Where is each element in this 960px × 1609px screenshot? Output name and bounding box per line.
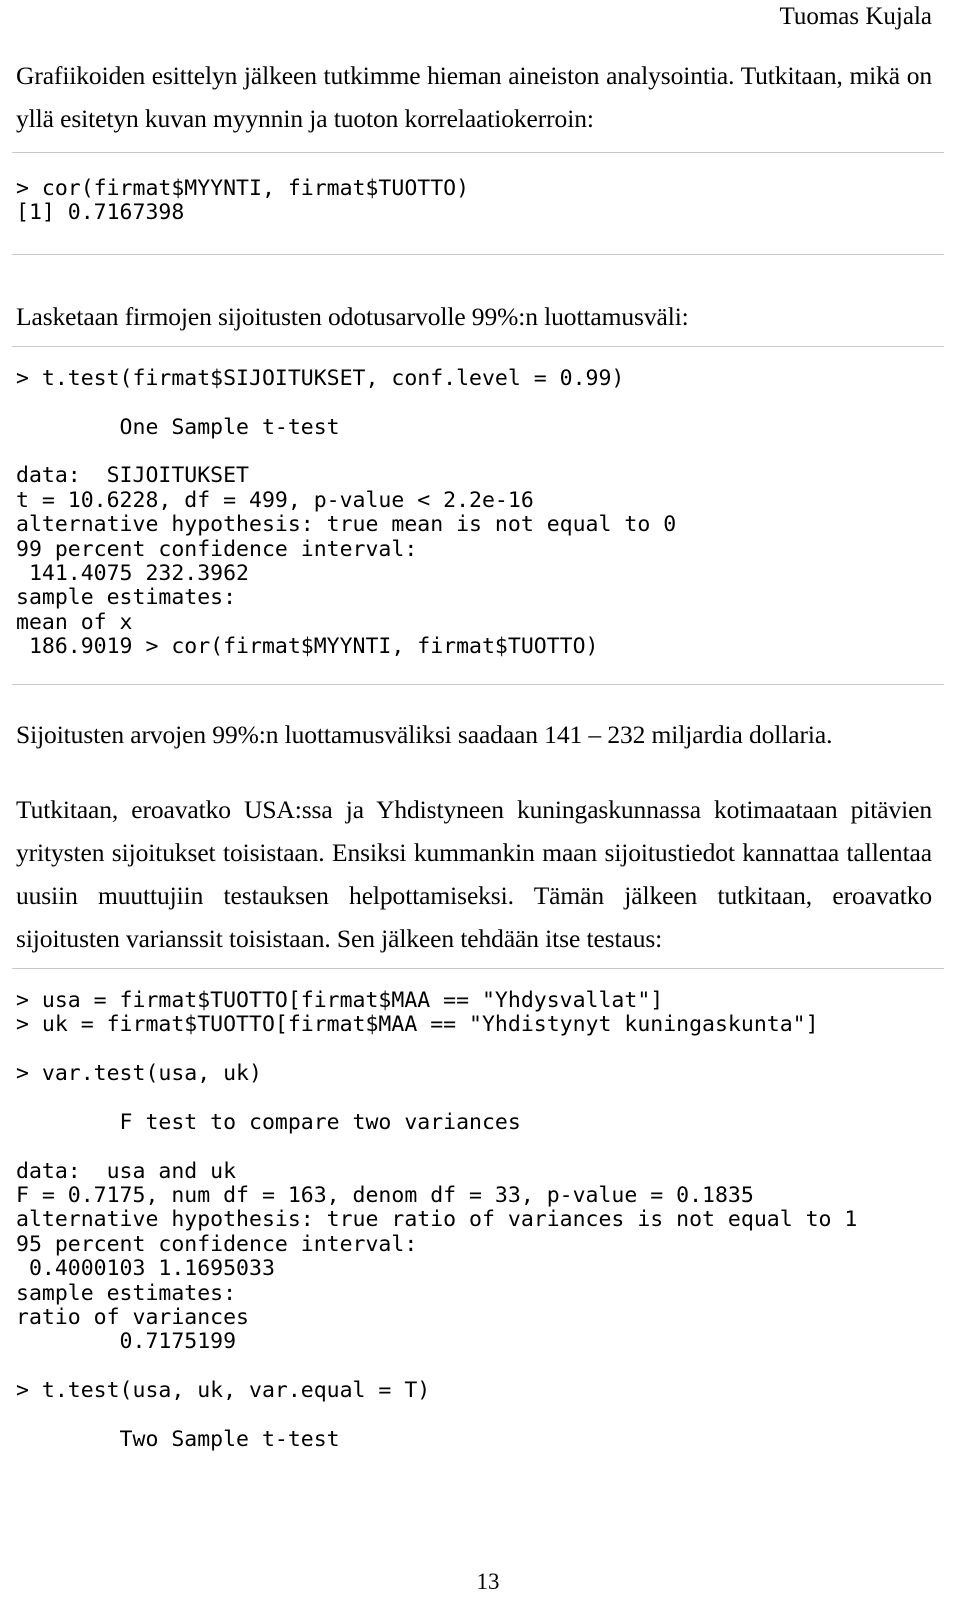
- code-block-var-test-and-two-sample-t-test: > usa = firmat$TUOTTO[firmat$MAA == "Yhd…: [16, 987, 858, 1452]
- intro-paragraph: Grafiikoiden esittelyn jälkeen tutkimme …: [16, 61, 932, 133]
- document-page: Tuomas Kujala Grafiikoiden esittelyn jäl…: [0, 0, 960, 1609]
- paragraph-result-confidence-interval: Sijoitusten arvojen 99%:n luottamusvälik…: [16, 719, 833, 749]
- running-header-author: Tuomas Kujala: [779, 3, 932, 30]
- code-block-one-sample-t-test: > t.test(firmat$SIJOITUKSET, conf.level …: [16, 365, 677, 660]
- paragraph-confidence-interval-intro: Lasketaan firmojen sijoitusten odotusarv…: [16, 301, 689, 331]
- code-block-correlation: > cor(firmat$MYYNTI, firmat$TUOTTO) [1] …: [16, 176, 470, 226]
- page-number: 13: [476, 1569, 500, 1594]
- paragraph-variance-test-intro: Tutkitaan, eroavatko USA:ssa ja Yhdistyn…: [16, 794, 932, 953]
